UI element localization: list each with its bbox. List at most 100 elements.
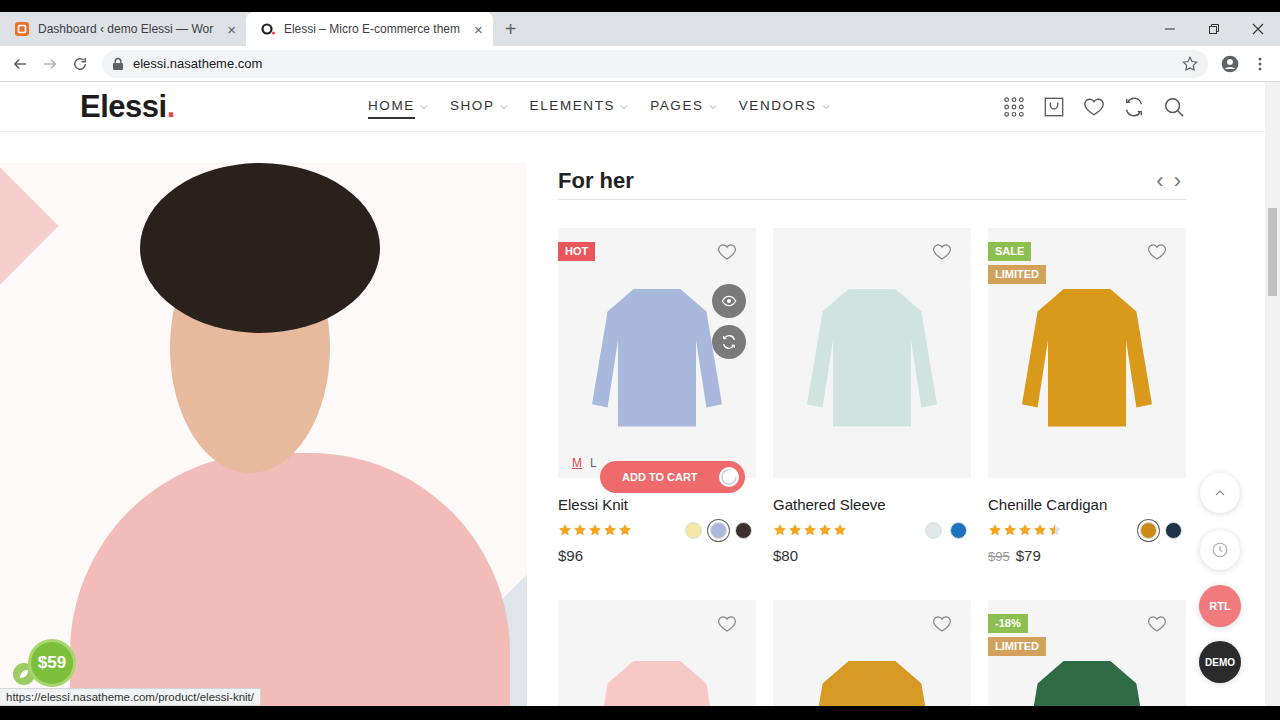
compare-button[interactable] (712, 325, 746, 359)
product-price: $80 (773, 547, 971, 564)
size-option[interactable]: L (590, 456, 597, 470)
product-card[interactable]: Gathered Sleeve $80 (773, 228, 971, 564)
status-bar: https://elessi.nasatheme.com/product/ele… (0, 688, 261, 706)
search-icon[interactable] (1163, 96, 1185, 118)
product-name[interactable]: Chenille Cardigan (988, 496, 1186, 513)
profile-icon (1220, 54, 1240, 74)
content: For her‹›HOTMLADD TO CARTElessi Knit$96G… (0, 132, 1265, 706)
chevron-up-icon (1214, 487, 1226, 499)
product-image[interactable] (773, 600, 971, 706)
nav-item[interactable]: ELEMENTS (530, 94, 629, 119)
star-filled-icon (588, 523, 602, 537)
close-window-button[interactable] (1236, 12, 1280, 46)
scroll-thumb[interactable] (1268, 208, 1277, 296)
cart-total-badge[interactable]: $59 (28, 639, 76, 687)
bottom-band (0, 706, 1280, 720)
product-name[interactable]: Gathered Sleeve (773, 496, 971, 513)
compare-icon (721, 334, 737, 350)
new-tab-button[interactable]: + (505, 18, 517, 41)
back-button[interactable] (6, 50, 34, 78)
nav-item[interactable]: SHOP (450, 94, 508, 119)
model-photo (0, 163, 527, 706)
browser-tab[interactable]: Elessi – Micro E-commerce them × (246, 12, 493, 46)
scroll-top-button[interactable] (1200, 473, 1240, 513)
add-to-cart-button[interactable]: ADD TO CART (600, 461, 745, 493)
bag-icon[interactable] (1043, 96, 1065, 118)
tab-label: Elessi – Micro E-commerce them (284, 22, 460, 36)
reload-button[interactable] (66, 50, 94, 78)
product-card[interactable] (558, 600, 756, 706)
logo[interactable]: Elessi. (80, 89, 368, 125)
add-to-cart-label: ADD TO CART (622, 471, 698, 483)
close-icon (1252, 23, 1264, 35)
product-image[interactable] (773, 228, 971, 478)
rtl-button[interactable]: RTL (1199, 585, 1241, 627)
scrollbar[interactable] (1265, 82, 1280, 706)
heart-icon[interactable] (932, 614, 952, 634)
color-swatch[interactable] (950, 522, 967, 539)
badge-list: HOT (558, 242, 595, 261)
product-image[interactable]: HOTMLADD TO CART (558, 228, 756, 478)
size-option[interactable]: M (572, 456, 582, 470)
viewport: Elessi.HOMESHOPELEMENTSPAGESVENDORSFor h… (0, 82, 1280, 706)
color-swatch[interactable] (685, 522, 702, 539)
header-icons (1003, 96, 1185, 118)
next-button[interactable]: › (1174, 168, 1181, 194)
color-swatch[interactable] (1165, 522, 1182, 539)
grid-icon[interactable] (1003, 96, 1025, 118)
prev-button[interactable]: ‹ (1156, 168, 1163, 194)
compare-icon[interactable] (1123, 96, 1145, 118)
nav-label: ELEMENTS (530, 94, 616, 119)
product-card[interactable]: -18%LIMITED (988, 600, 1186, 706)
section-header: For her‹› (558, 163, 1187, 200)
garment-picture (592, 645, 722, 706)
nav-label: VENDORS (739, 94, 817, 119)
product-price: $95$79 (988, 547, 1186, 564)
product-card[interactable]: HOTMLADD TO CARTElessi Knit$96 (558, 228, 756, 564)
product-card[interactable]: SALELIMITED Chenille Cardigan $95$79 (988, 228, 1186, 564)
heart-icon[interactable] (1147, 614, 1167, 634)
dashboard-favicon-icon (14, 21, 30, 37)
demo-button[interactable]: DEMO (1199, 641, 1241, 683)
nav-item[interactable]: HOME (368, 94, 428, 119)
bookmark-star-icon[interactable] (1182, 56, 1198, 72)
quick-actions (712, 284, 746, 359)
address-bar: elessi.nasatheme.com (0, 46, 1280, 82)
carousel-arrows: ‹› (1156, 168, 1187, 194)
nav-item[interactable]: VENDORS (739, 94, 830, 119)
product-name[interactable]: Elessi Knit (558, 496, 756, 513)
heart-icon[interactable] (932, 242, 952, 262)
product-image[interactable]: SALELIMITED (988, 228, 1186, 478)
color-swatch[interactable] (1140, 522, 1157, 539)
chevron-down-icon (620, 103, 628, 111)
star-filled-icon (558, 523, 572, 537)
product-image[interactable]: -18%LIMITED (988, 600, 1186, 706)
tab-close-button[interactable]: × (227, 21, 236, 38)
recently-viewed-button[interactable] (1200, 530, 1240, 570)
url-text: elessi.nasatheme.com (133, 56, 1173, 71)
product-image[interactable] (558, 600, 756, 706)
star-rating (558, 523, 632, 537)
nav-item[interactable]: PAGES (650, 94, 717, 119)
heart-icon[interactable] (1147, 242, 1167, 262)
star-empty-icon (1048, 523, 1062, 537)
restore-button[interactable] (1192, 12, 1236, 46)
heart-icon[interactable] (717, 614, 737, 634)
heart-icon[interactable] (717, 242, 737, 262)
profile-button[interactable] (1216, 50, 1244, 78)
wishlist-heart-icon[interactable] (1083, 96, 1105, 118)
color-swatch[interactable] (735, 522, 752, 539)
product-card[interactable] (773, 600, 971, 706)
color-swatch[interactable] (710, 522, 727, 539)
tab-close-button[interactable]: × (474, 21, 483, 38)
garment-picture (807, 273, 937, 433)
nav-label: SHOP (450, 94, 495, 119)
menu-button[interactable] (1246, 50, 1274, 78)
quick-view-button[interactable] (712, 284, 746, 318)
browser-tab[interactable]: Dashboard ‹ demo Elessi — Wor× (0, 12, 246, 46)
forward-button[interactable] (36, 50, 64, 78)
minimize-button[interactable] (1148, 12, 1192, 46)
lock-icon (112, 57, 124, 71)
url-field[interactable]: elessi.nasatheme.com (102, 50, 1208, 78)
color-swatch[interactable] (925, 522, 942, 539)
